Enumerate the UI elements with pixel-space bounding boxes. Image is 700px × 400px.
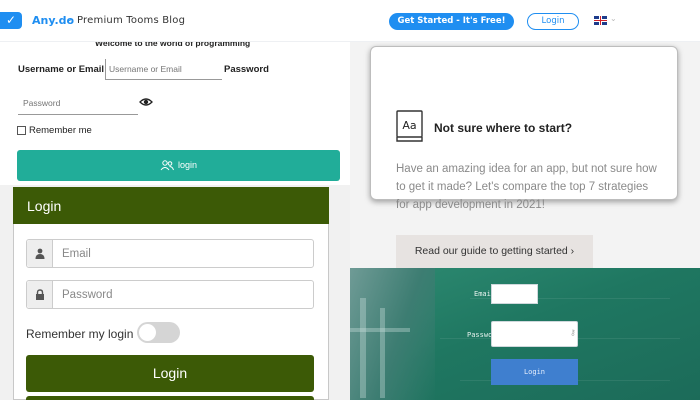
remember-me-checkbox[interactable]: [17, 126, 26, 135]
password-input[interactable]: [18, 92, 138, 115]
window-reflection: [350, 268, 435, 400]
key-icon: ⚷: [570, 328, 576, 337]
password-addon: [27, 281, 53, 308]
chalk-login-button[interactable]: Login: [491, 359, 578, 385]
person-icon: [35, 248, 45, 259]
card-secondary-button[interactable]: [26, 396, 314, 400]
chalk-password-input[interactable]: [491, 321, 578, 347]
email-addon: [27, 240, 53, 267]
promo-heading: Not sure where to start?: [434, 121, 573, 135]
chevron-down-icon[interactable]: ⌄: [66, 13, 74, 24]
book-icon: Aa: [396, 110, 423, 142]
top-nav: ✓ Any.do ⌄ Premium Tooms Blog Get Starte…: [0, 0, 700, 42]
uk-flag-icon[interactable]: [594, 16, 607, 25]
login-card-title: Login: [27, 198, 62, 214]
header-login-button[interactable]: Login: [527, 13, 579, 30]
read-guide-button[interactable]: Read our guide to getting started ›: [396, 235, 593, 268]
email-field: [26, 239, 314, 268]
promo-body: Have an amazing idea for an app, but not…: [396, 163, 657, 211]
password-field: [26, 280, 314, 309]
username-input[interactable]: [105, 59, 222, 80]
language-chevron-icon[interactable]: ⌄: [610, 14, 617, 23]
card-login-button[interactable]: Login: [26, 355, 314, 392]
get-started-button[interactable]: Get Started - It's Free!: [389, 13, 514, 30]
checkmark-logo-icon[interactable]: ✓: [0, 12, 22, 29]
remember-login-label: Remember my login: [26, 327, 134, 341]
lock-icon: [36, 289, 44, 300]
email-input[interactable]: [54, 240, 312, 267]
login-button-teal[interactable]: login: [17, 150, 340, 181]
password-label: Password: [224, 64, 269, 75]
eye-icon[interactable]: [139, 96, 153, 108]
book-icon-text: Aa: [402, 119, 416, 132]
login-button-teal-label: login: [177, 160, 197, 170]
remember-login-toggle[interactable]: [137, 322, 180, 343]
users-icon: [160, 160, 174, 171]
page: ✓ Any.do ⌄ Premium Tooms Blog Get Starte…: [0, 0, 700, 400]
toggle-knob: [139, 324, 156, 341]
remember-me-label: Remember me: [29, 125, 92, 136]
blog-title: Premium Tooms Blog: [77, 15, 186, 26]
card-password-input[interactable]: [54, 281, 312, 308]
username-label: Username or Email: [18, 64, 105, 75]
chalk-email-input[interactable]: [491, 284, 538, 304]
